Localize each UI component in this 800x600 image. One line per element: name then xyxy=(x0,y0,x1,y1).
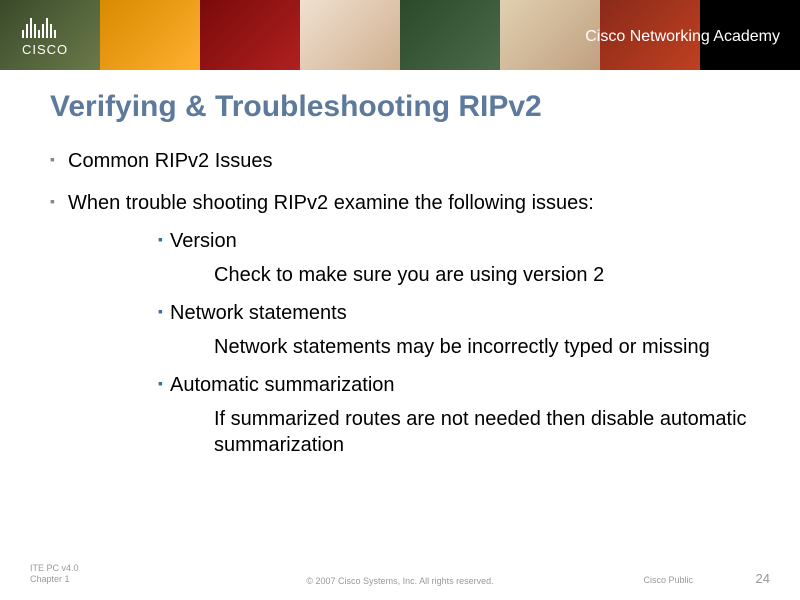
footer-chapter: Chapter 1 xyxy=(30,574,79,586)
slide-title: Verifying & Troubleshooting RIPv2 xyxy=(50,90,750,124)
bullet-text: Common RIPv2 Issues xyxy=(68,150,273,172)
cisco-logo-text: CISCO xyxy=(22,42,68,57)
footer: ITE PC v4.0 Chapter 1 © 2007 Cisco Syste… xyxy=(0,563,800,586)
bullet-item: When trouble shooting RIPv2 examine the … xyxy=(50,190,750,458)
sub-heading: Version xyxy=(158,228,750,254)
footer-course-code: ITE PC v4.0 xyxy=(30,563,79,575)
sub-body: If summarized routes are not needed then… xyxy=(214,406,750,458)
academy-label: Cisco Networking Academy xyxy=(585,28,780,46)
sub-body: Network statements may be incorrectly ty… xyxy=(214,334,750,360)
sub-body: Check to make sure you are using version… xyxy=(214,262,750,288)
footer-public: Cisco Public xyxy=(643,575,693,585)
sub-section: Version Check to make sure you are using… xyxy=(158,228,750,458)
cisco-bars-icon xyxy=(22,14,68,38)
sub-heading: Automatic summarization xyxy=(158,372,750,398)
slide-content: Verifying & Troubleshooting RIPv2 Common… xyxy=(0,70,800,458)
bullet-item: Common RIPv2 Issues xyxy=(50,148,750,174)
top-bullet-list: Common RIPv2 Issues When trouble shootin… xyxy=(50,148,750,458)
bullet-text: When trouble shooting RIPv2 examine the … xyxy=(68,192,594,214)
header-band: CISCO Cisco Networking Academy xyxy=(0,0,800,70)
footer-right: Cisco Public 24 xyxy=(643,571,770,586)
footer-page-number: 24 xyxy=(756,571,770,586)
footer-left: ITE PC v4.0 Chapter 1 xyxy=(30,563,79,586)
sub-heading: Network statements xyxy=(158,300,750,326)
footer-copyright: © 2007 Cisco Systems, Inc. All rights re… xyxy=(306,576,493,586)
cisco-logo: CISCO xyxy=(22,14,68,57)
